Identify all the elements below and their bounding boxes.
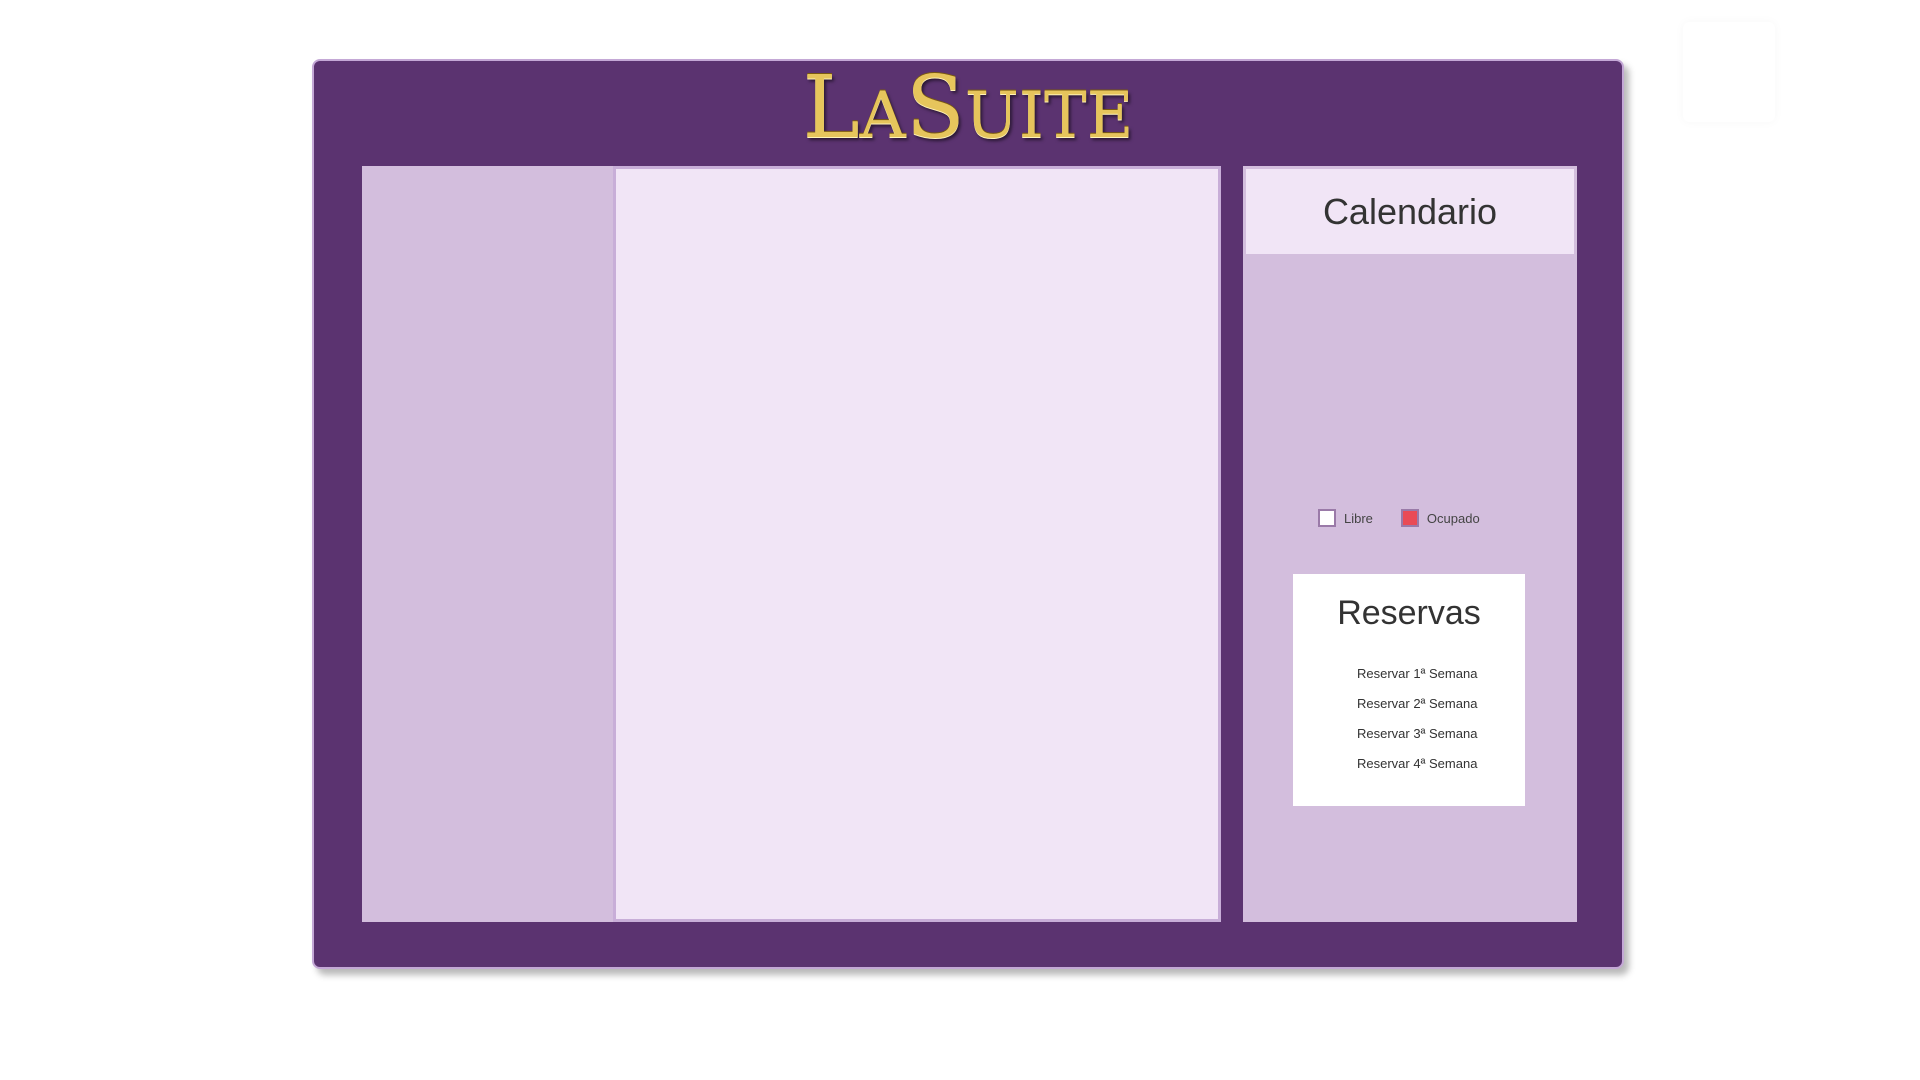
reservar-semana-4-link[interactable]: Reservar 4ª Semana: [1357, 754, 1477, 784]
calendar-sidebar: Calendario Libre Ocupado Reservas Reserv…: [1243, 166, 1577, 922]
left-sidebar: [362, 166, 614, 922]
ghost-panel: [1683, 22, 1775, 122]
reservar-semana-1-link[interactable]: Reservar 1ª Semana: [1357, 664, 1477, 694]
content-panel: [613, 166, 1221, 922]
legend-libre: Libre: [1318, 509, 1373, 527]
legend-swatch-ocupado: [1400, 509, 1419, 527]
reservar-semana-2-link[interactable]: Reservar 2ª Semana: [1357, 694, 1477, 724]
legend-ocupado: Ocupado: [1400, 509, 1480, 527]
legend-label-ocupado: Ocupado: [1426, 510, 1480, 526]
calendar-area: [1246, 256, 1574, 496]
main-frame: LASUITE Calendario Libre Ocupado Reserva…: [312, 59, 1624, 969]
legend-label-libre: Libre: [1344, 510, 1373, 526]
calendar-legend: Libre Ocupado: [1318, 509, 1508, 527]
reservas-title: Reservas: [1337, 594, 1481, 632]
reservar-semana-3-link[interactable]: Reservar 3ª Semana: [1357, 724, 1477, 754]
lasuite-logo: LASUITE: [802, 58, 1134, 158]
reservas-list: Reservar 1ª Semana Reservar 2ª Semana Re…: [1357, 664, 1477, 784]
legend-swatch-libre: [1318, 509, 1336, 527]
calendar-title: Calendario: [1246, 169, 1574, 254]
reservas-box: Reservas Reservar 1ª Semana Reservar 2ª …: [1293, 574, 1525, 806]
